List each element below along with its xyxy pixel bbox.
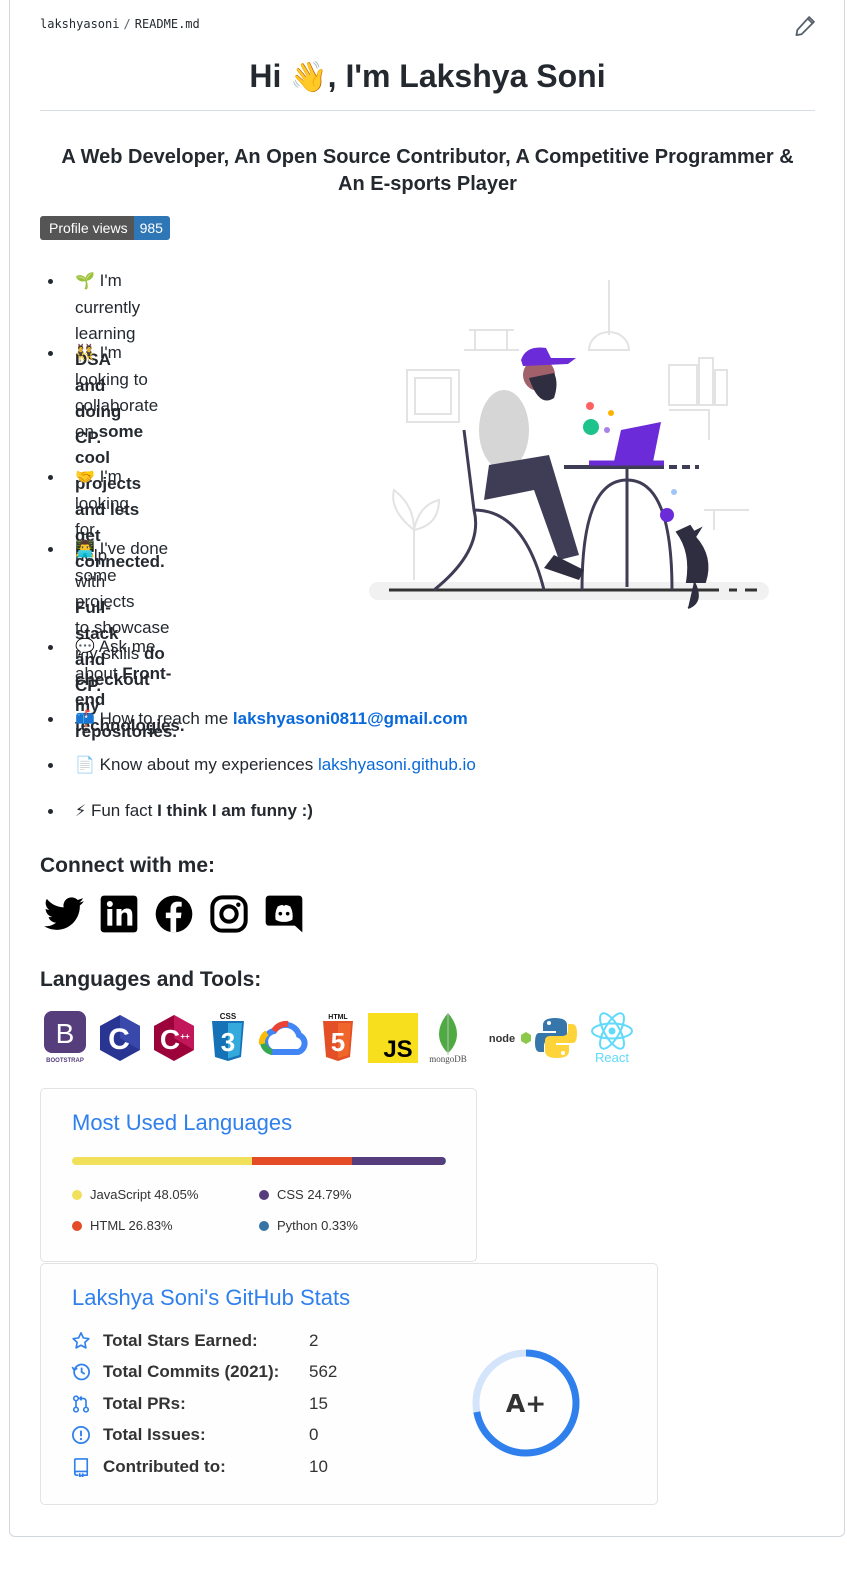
mailbox-icon: 📫 <box>75 711 95 728</box>
lightning-icon: ⚡ <box>75 803 87 820</box>
history-icon <box>71 1363 90 1381</box>
language-progress-bar <box>72 1157 446 1165</box>
css3-icon[interactable]: CSS 3 <box>208 1010 248 1065</box>
stat-row-contributed: Contributed to: 10 <box>71 1455 328 1479</box>
svg-text:mongoDB: mongoDB <box>429 1054 467 1064</box>
legend-dot <box>72 1189 82 1200</box>
instagram-icon[interactable] <box>209 894 249 934</box>
cplusplus-icon[interactable]: C ++ <box>152 1010 196 1065</box>
handshake-icon: 🤝 <box>75 469 95 486</box>
social-links <box>44 894 304 934</box>
profile-views-badge: Profile views 985 <box>40 216 170 240</box>
google-cloud-icon[interactable] <box>258 1010 312 1065</box>
html5-icon[interactable]: HTML 5 <box>320 1010 356 1065</box>
grade-text: A+ <box>506 1389 546 1418</box>
svg-text:CSS: CSS <box>220 1012 237 1021</box>
legend-dot <box>259 1220 269 1231</box>
title-divider <box>40 110 815 111</box>
c-language-icon[interactable]: C <box>98 1010 142 1065</box>
language-bar-segment-html <box>251 1157 353 1165</box>
svg-text:3: 3 <box>221 1027 235 1057</box>
pull-request-icon <box>72 1395 90 1413</box>
seedling-icon: 🌱 <box>75 273 95 290</box>
tools-heading: Languages and Tools: <box>40 968 262 991</box>
breadcrumb: lakshyasoni / README.md <box>40 17 200 31</box>
people-icon: 👯 <box>75 345 95 362</box>
bootstrap-icon[interactable]: B BOOTSTRAP <box>42 1010 88 1065</box>
badge-label: Profile views <box>40 216 134 240</box>
waving-hand-icon: 👋 <box>290 61 328 94</box>
legend-item: JavaScript 48.05% <box>72 1187 198 1202</box>
grade-ring: A+ <box>471 1348 581 1458</box>
repo-icon <box>73 1458 89 1477</box>
speech-bubble-icon: 💬 <box>75 639 95 656</box>
stat-row-stars: Total Stars Earned: 2 <box>71 1329 318 1353</box>
list-item: 📫 How to reach me lakshyasoni0811@gmail.… <box>48 706 468 733</box>
subtitle: A Web Developer, An Open Source Contribu… <box>61 146 794 195</box>
python-icon[interactable] <box>534 1010 578 1065</box>
breadcrumb-separator: / <box>123 17 131 31</box>
twitter-icon[interactable] <box>44 894 84 934</box>
connect-heading: Connect with me: <box>40 854 216 877</box>
svg-text:5: 5 <box>331 1027 345 1057</box>
legend-item: HTML 26.83% <box>72 1218 173 1233</box>
svg-text:++: ++ <box>180 1032 190 1041</box>
legend-dot <box>259 1189 269 1200</box>
svg-text:B: B <box>56 1018 75 1049</box>
facebook-icon[interactable] <box>154 894 194 934</box>
breadcrumb-file: README.md <box>134 17 200 31</box>
stats-card-title: Lakshya Soni's GitHub Stats <box>72 1285 351 1310</box>
developer-illustration <box>369 270 769 620</box>
page-title: Hi 👋, I'm Lakshya Soni <box>249 58 606 94</box>
svg-text:C: C <box>108 1023 130 1056</box>
legend-item: Python 0.33% <box>259 1218 358 1233</box>
legend-dot <box>72 1220 82 1231</box>
svg-text:BOOTSTRAP: BOOTSTRAP <box>46 1058 84 1064</box>
svg-text:HTML: HTML <box>328 1014 348 1021</box>
stat-row-commits: Total Commits (2021): 562 <box>71 1360 337 1384</box>
svg-text:React: React <box>595 1050 629 1065</box>
star-icon <box>72 1332 90 1349</box>
badge-count: 985 <box>133 216 170 240</box>
legend-item: CSS 24.79% <box>259 1187 351 1202</box>
most-used-languages-card: Most Used Languages JavaScript 48.05% CS… <box>40 1088 477 1262</box>
stat-row-prs: Total PRs: 15 <box>71 1392 328 1416</box>
list-item: ⚡ Fun fact I think I am funny :) <box>48 798 313 825</box>
language-bar-segment-css <box>352 1157 445 1165</box>
discord-icon[interactable] <box>264 894 304 934</box>
svg-text:node: node <box>489 1033 515 1045</box>
languages-card-title: Most Used Languages <box>72 1110 293 1135</box>
email-link[interactable]: lakshyasoni0811@gmail.com <box>233 709 468 728</box>
svg-text:C: C <box>160 1024 180 1055</box>
linkedin-icon[interactable] <box>99 894 139 934</box>
language-bar-segment-javascript <box>72 1157 252 1165</box>
document-icon: 📄 <box>75 757 95 774</box>
react-icon[interactable]: React <box>586 1010 638 1065</box>
nodejs-icon[interactable]: node <box>476 1010 532 1065</box>
stat-row-issues: Total Issues: 0 <box>71 1423 318 1447</box>
edit-pencil-icon[interactable] <box>794 15 816 37</box>
list-item: 📄 Know about my experiences lakshyasoni.… <box>48 752 476 779</box>
technologist-icon: 👨‍💻 <box>75 541 95 558</box>
github-stats-card: Lakshya Soni's GitHub Stats Total Stars … <box>40 1263 658 1505</box>
language-bar-segment-python <box>444 1157 446 1165</box>
javascript-icon[interactable]: JS <box>368 1010 418 1065</box>
website-link[interactable]: lakshyasoni.github.io <box>318 755 476 774</box>
svg-text:JS: JS <box>383 1036 412 1063</box>
mongodb-icon[interactable]: mongoDB <box>422 1010 474 1065</box>
breadcrumb-user[interactable]: lakshyasoni <box>40 17 119 31</box>
issue-icon <box>72 1426 90 1444</box>
